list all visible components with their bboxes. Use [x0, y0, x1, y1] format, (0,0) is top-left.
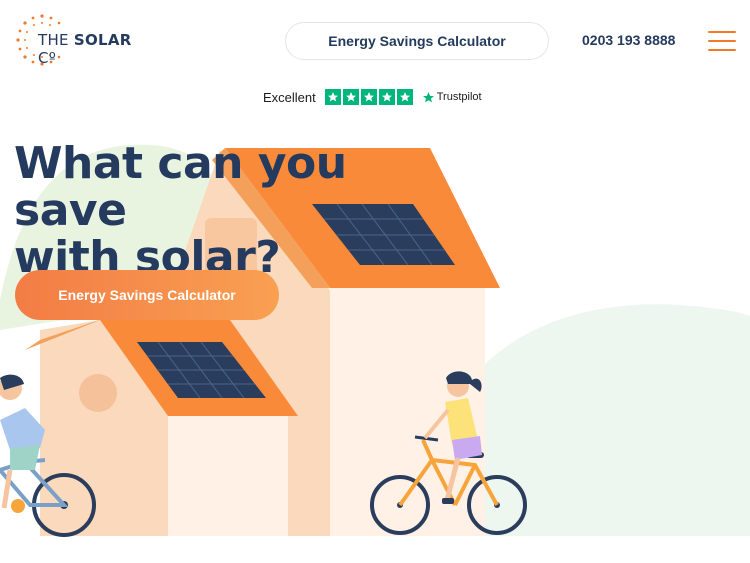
- star-icon: [360, 89, 377, 105]
- green-hill: [470, 304, 750, 540]
- logo[interactable]: THE SOLAR Cº: [14, 12, 154, 68]
- round-window: [79, 374, 117, 412]
- hamburger-menu-icon[interactable]: [708, 31, 736, 51]
- star-icon: [342, 89, 359, 105]
- trustpilot-widget[interactable]: Excellent Trustpilot: [263, 88, 482, 106]
- page: THE SOLAR Cº Energy Savings Calculator 0…: [0, 0, 750, 563]
- trustpilot-stars: [324, 89, 413, 105]
- page-title: What can you save with solar?: [14, 138, 347, 283]
- ground: [0, 536, 750, 563]
- trustpilot-star-icon: [422, 91, 434, 102]
- small-house-side: [168, 415, 288, 540]
- logo-text: THE SOLAR Cº: [38, 31, 132, 67]
- star-icon: [324, 89, 341, 105]
- star-icon: [396, 89, 413, 105]
- trustpilot-rating-label: Excellent: [263, 89, 316, 105]
- trustpilot-brand-text: Trustpilot: [436, 91, 482, 103]
- phone-number-link[interactable]: 0203 193 8888: [582, 32, 675, 48]
- energy-calculator-nav-button[interactable]: Energy Savings Calculator: [285, 22, 549, 60]
- energy-calculator-cta-button[interactable]: Energy Savings Calculator: [15, 270, 279, 320]
- trustpilot-brand: Trustpilot: [422, 91, 482, 104]
- star-icon: [378, 89, 395, 105]
